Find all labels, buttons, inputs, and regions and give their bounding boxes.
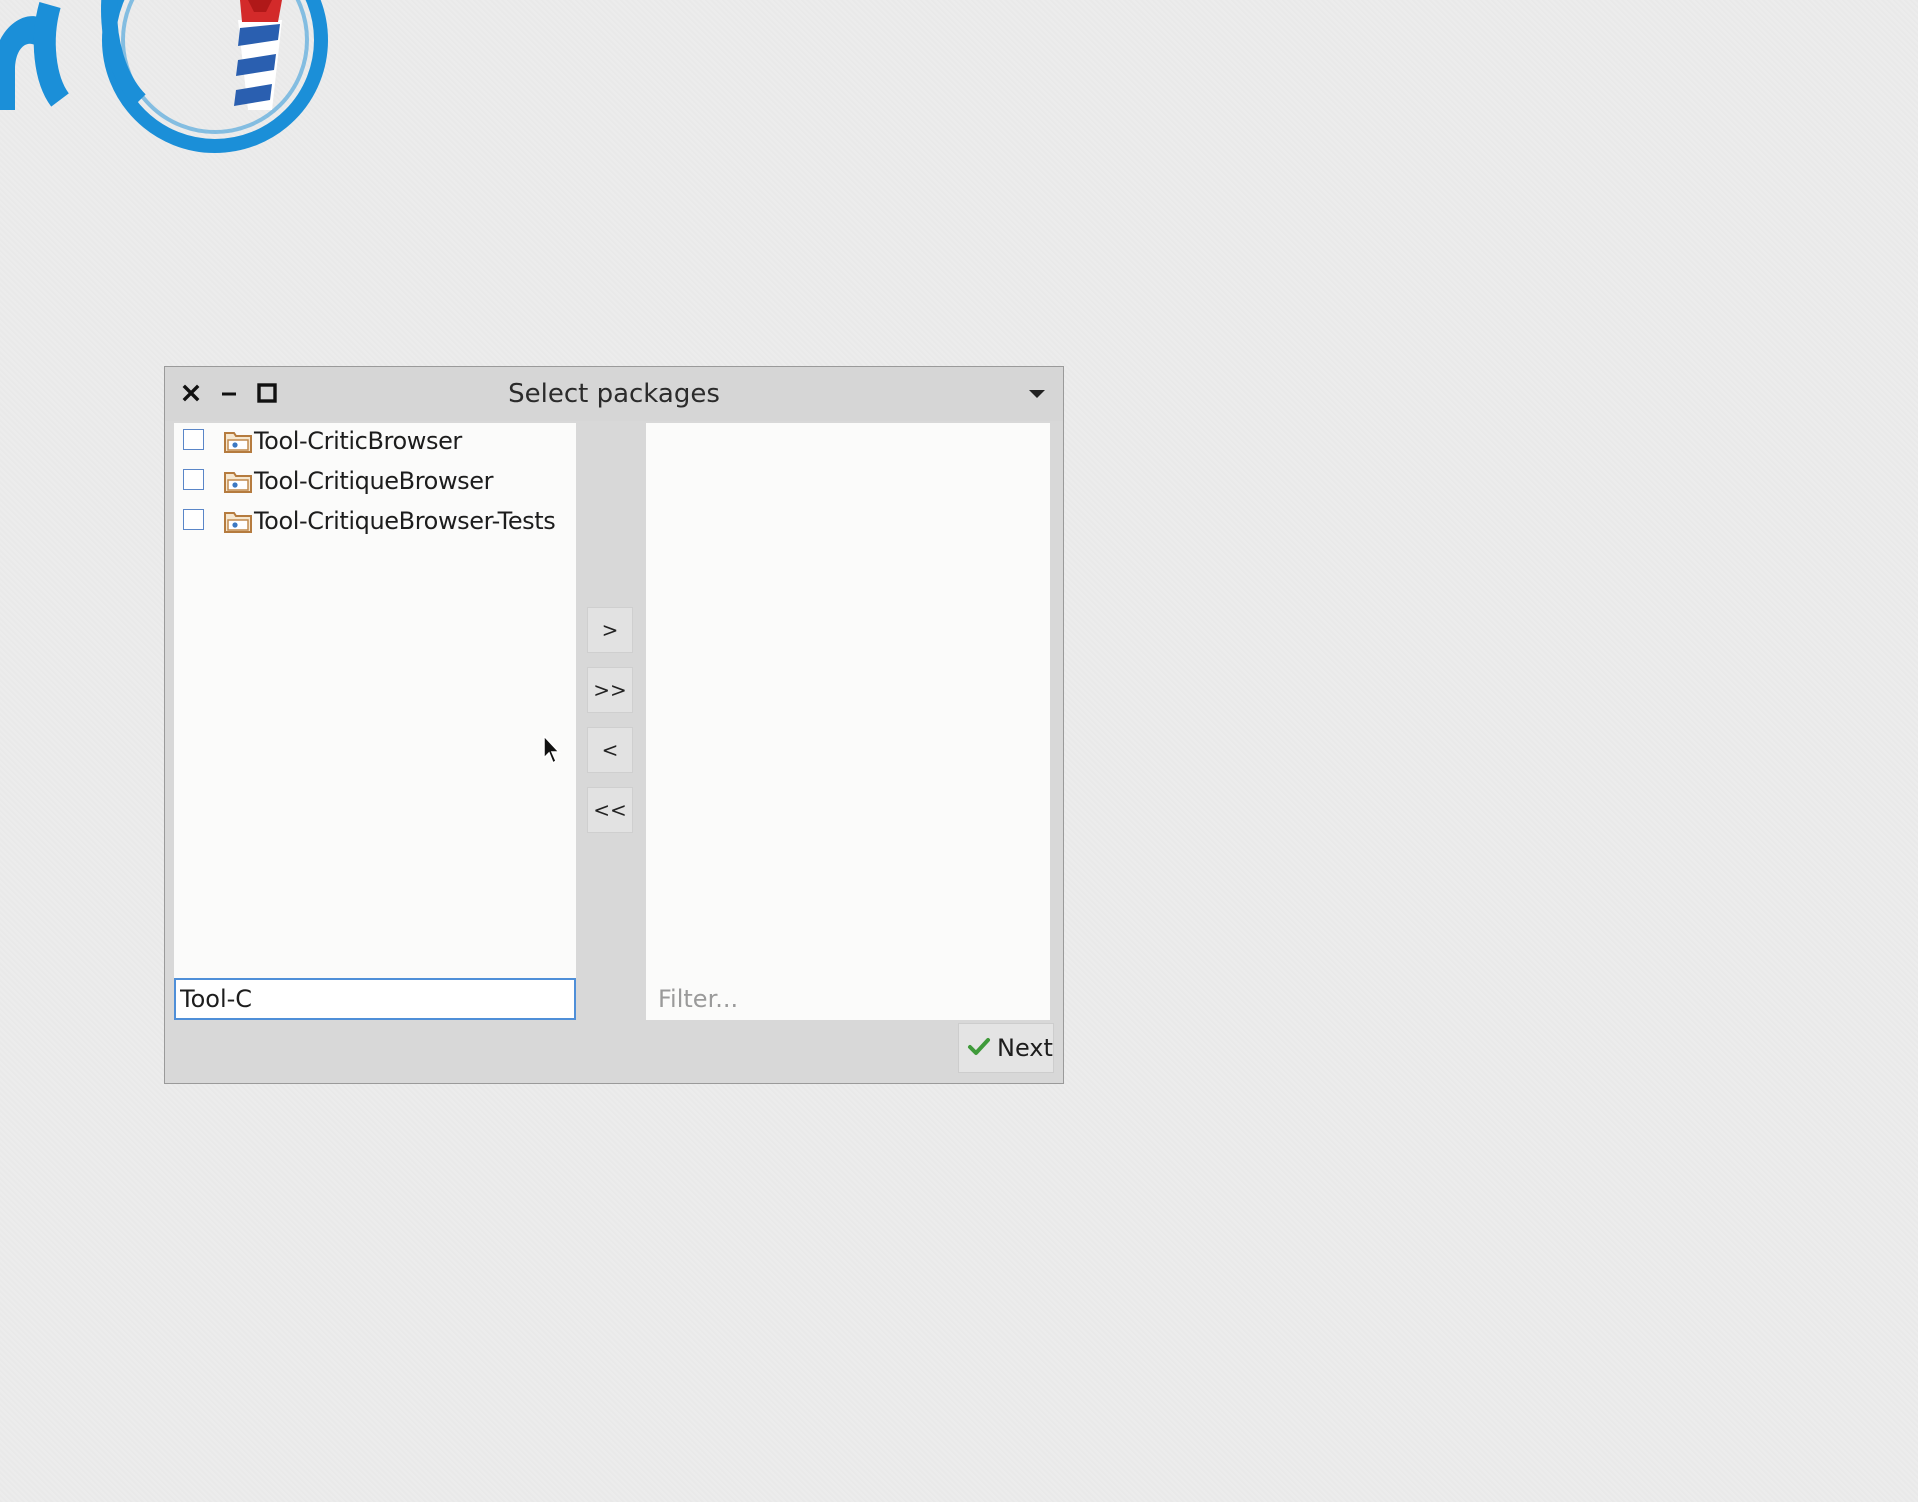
selected-packages-list[interactable] bbox=[646, 423, 1050, 1020]
remove-selected-button[interactable]: < bbox=[587, 727, 633, 773]
list-item[interactable]: Tool-CriticBrowser bbox=[174, 423, 576, 463]
available-packages-list[interactable]: Tool-CriticBrowser Tool-CritiqueBrowser bbox=[174, 423, 576, 979]
pharo-logo bbox=[0, 0, 328, 153]
package-folder-icon bbox=[224, 512, 252, 533]
mouse-cursor-icon bbox=[543, 734, 561, 765]
package-checkbox[interactable] bbox=[183, 429, 204, 450]
package-name: Tool-CritiqueBrowser bbox=[254, 467, 494, 495]
left-filter-input[interactable] bbox=[174, 978, 576, 1020]
add-all-button[interactable]: >> bbox=[587, 667, 633, 713]
package-name: Tool-CritiqueBrowser-Tests bbox=[254, 507, 556, 535]
select-packages-dialog: Select packages Tool-CriticBrowser Tool-… bbox=[164, 366, 1064, 1084]
next-label: Next bbox=[997, 1034, 1053, 1062]
chevron-down-icon[interactable] bbox=[1027, 387, 1047, 401]
add-selected-button[interactable]: > bbox=[587, 607, 633, 653]
remove-all-button[interactable]: << bbox=[587, 787, 633, 833]
right-filter-input[interactable] bbox=[646, 978, 1050, 1020]
checkmark-icon bbox=[968, 1038, 990, 1055]
next-button[interactable]: Next bbox=[958, 1023, 1054, 1073]
package-folder-icon bbox=[224, 432, 252, 453]
package-checkbox[interactable] bbox=[183, 469, 204, 490]
window-title: Select packages bbox=[508, 379, 720, 409]
desktop: Select packages Tool-CriticBrowser Tool-… bbox=[0, 0, 1918, 1502]
package-name: Tool-CriticBrowser bbox=[254, 427, 462, 455]
package-folder-icon bbox=[224, 472, 252, 493]
list-item[interactable]: Tool-CritiqueBrowser-Tests bbox=[174, 503, 576, 543]
title-bar[interactable]: Select packages bbox=[165, 367, 1063, 421]
package-checkbox[interactable] bbox=[183, 509, 204, 530]
list-item[interactable]: Tool-CritiqueBrowser bbox=[174, 463, 576, 503]
